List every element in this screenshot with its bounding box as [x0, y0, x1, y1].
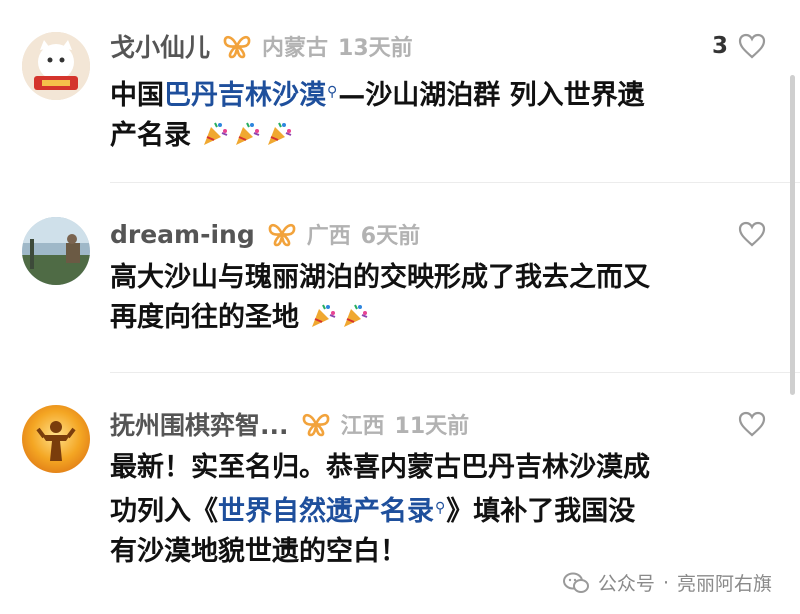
divider: [110, 372, 800, 373]
search-icon: ⚲: [327, 84, 338, 100]
text-segment: 最新！实至名归。恭喜内蒙古巴丹吉林沙漠成: [110, 452, 650, 483]
text-segment: 》填补了我国没: [446, 496, 636, 527]
location: 江西: [340, 414, 385, 439]
comment-text: 最新！实至名归。恭喜内蒙古巴丹吉林沙漠成 功列入《世界自然遗产名录⚲》填补了我国…: [110, 448, 750, 572]
comment-text: 高大沙山与瑰丽湖泊的交映形成了我去之而又 再度向往的圣地: [110, 258, 750, 338]
search-icon: ⚲: [435, 500, 446, 516]
comment-text: 中国巴丹吉林沙漠⚲—沙山湖泊群 列入世界遗 产名录: [110, 72, 750, 156]
text-segment: 有沙漠地貌世遗的空白！: [110, 536, 407, 567]
text-segment: —沙山湖泊群 列入世界遗: [338, 80, 645, 111]
topic-link[interactable]: 巴丹吉林沙漠: [164, 80, 326, 111]
scrollbar[interactable]: [790, 75, 795, 395]
divider: [110, 182, 800, 183]
comment-meta: 抚州围棋弈智... 江西 11天前: [110, 406, 469, 442]
timestamp: 13天前: [338, 36, 413, 61]
location: 内蒙古: [262, 36, 329, 61]
timestamp: 11天前: [394, 414, 470, 439]
butterfly-badge-icon: [268, 223, 296, 247]
watermark-prefix: 公众号: [597, 573, 655, 595]
avatar[interactable]: [22, 217, 90, 285]
heart-outline-icon[interactable]: [738, 411, 766, 437]
like-control[interactable]: 3: [712, 28, 766, 64]
butterfly-badge-icon: [223, 35, 251, 59]
username[interactable]: 抚州围棋弈智...: [110, 406, 289, 442]
comment-meta: 戈小仙儿 内蒙古 13天前: [110, 28, 413, 64]
heart-outline-icon[interactable]: [738, 33, 766, 59]
wechat-icon: [562, 572, 589, 593]
party-popper-icon: [312, 304, 336, 327]
text-segment: 再度向往的圣地: [110, 302, 299, 333]
separator-dot: ·: [662, 571, 669, 594]
text-segment: 产名录: [110, 120, 191, 151]
text-segment: 高大沙山与瑰丽湖泊的交映形成了我去之而又: [110, 262, 650, 293]
party-popper-icon: [204, 122, 228, 145]
party-popper-icon: [236, 122, 260, 145]
butterfly-badge-icon: [302, 413, 329, 437]
party-popper-icon: [344, 304, 368, 327]
comment-meta: dream-ing 广西 6天前: [110, 216, 420, 252]
heart-outline-icon[interactable]: [738, 221, 766, 247]
avatar[interactable]: [22, 405, 90, 473]
location: 广西: [306, 224, 351, 249]
like-count: 3: [711, 33, 728, 59]
username[interactable]: 戈小仙儿: [110, 28, 210, 64]
avatar[interactable]: [22, 32, 90, 100]
watermark: 公众号 · 亮丽阿右旗: [562, 569, 772, 596]
text-segment: 中国: [110, 80, 164, 111]
username[interactable]: dream-ing: [110, 220, 255, 249]
timestamp: 6天前: [360, 224, 421, 249]
topic-link[interactable]: 世界自然遗产名录: [218, 496, 434, 527]
party-popper-icon: [268, 122, 292, 145]
like-control[interactable]: [738, 406, 766, 442]
like-control[interactable]: [738, 216, 766, 252]
watermark-name: 亮丽阿右旗: [676, 573, 772, 595]
text-segment: 功列入《: [110, 496, 218, 527]
